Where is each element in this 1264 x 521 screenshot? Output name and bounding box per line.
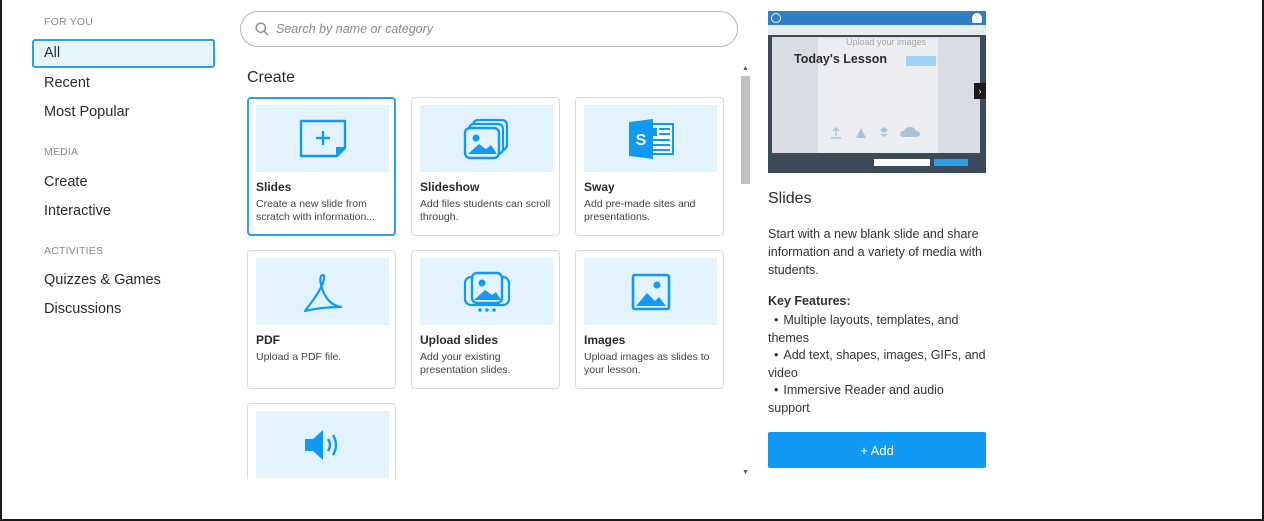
search-bar[interactable] <box>240 11 738 47</box>
preview-button-primary <box>934 159 968 166</box>
preview-user-icon <box>972 13 982 23</box>
preview-toolbar <box>768 25 986 35</box>
card-thumb: S <box>584 105 717 172</box>
scroll-thumb[interactable] <box>741 76 750 184</box>
card-description: Add pre-made sites and presentations. <box>584 198 696 223</box>
card-thumb <box>256 411 389 478</box>
card-description: Add files students can scroll through. <box>420 198 551 223</box>
key-features-list: Multiple layouts, templates, and themes … <box>768 312 986 417</box>
scroll-down-arrow-icon[interactable]: ▼ <box>739 466 752 479</box>
sway-icon: S <box>628 118 674 159</box>
add-button[interactable]: + Add <box>768 432 986 468</box>
search-input[interactable] <box>276 22 716 36</box>
content-grid: Slides Create a new slide from scratch w… <box>247 97 729 479</box>
card-title: Sway <box>584 180 615 194</box>
key-features-heading: Key Features: <box>768 294 851 308</box>
card-upload-slides[interactable]: Upload slides Add your existing presenta… <box>411 250 560 389</box>
card-thumb <box>256 105 389 172</box>
sidebar-item-all[interactable]: All <box>32 39 215 68</box>
svg-text:S: S <box>635 132 646 149</box>
key-feature-item: Multiple layouts, templates, and themes <box>768 312 986 347</box>
sidebar-item-most-popular[interactable]: Most Popular <box>32 98 129 127</box>
search-icon <box>255 22 269 36</box>
key-feature-item: Add text, shapes, images, GIFs, and vide… <box>768 347 986 382</box>
key-feature-item: Immersive Reader and audio support <box>768 382 986 417</box>
card-thumb <box>420 105 553 172</box>
preview-upload-text: Upload your images <box>846 37 927 47</box>
card-title: Images <box>584 333 626 347</box>
card-title: Upload slides <box>420 333 499 347</box>
sidebar-section-for-you: FOR YOU <box>44 16 94 28</box>
sidebar-section-activities: ACTIVITIES <box>44 245 104 257</box>
card-title: Slideshow <box>420 180 480 194</box>
upload-slides-icon <box>463 271 510 312</box>
pdf-icon <box>303 273 342 312</box>
detail-title: Slides <box>768 190 812 207</box>
preview-topbar <box>768 11 986 25</box>
preview-image: Upload your images Today's Lesson › <box>768 11 986 173</box>
preview-button <box>874 159 930 166</box>
preview-next-arrow-icon: › <box>974 83 986 99</box>
card-description: Upload images as slides to your lesson. <box>584 351 710 376</box>
preview-logo-icon <box>771 13 781 23</box>
card-thumb <box>256 258 389 325</box>
card-slideshow[interactable]: Slideshow Add files students can scroll … <box>411 97 560 236</box>
image-icon <box>631 273 670 310</box>
card-description: Add your existing presentation slides. <box>420 351 511 376</box>
sidebar-item-quizzes-games[interactable]: Quizzes & Games <box>32 266 161 295</box>
new-slide-icon <box>299 119 346 157</box>
card-description: Create a new slide from scratch with inf… <box>256 198 376 223</box>
preview-cloud-icons <box>831 126 920 139</box>
sidebar-item-interactive[interactable]: Interactive <box>32 197 111 226</box>
scroll-up-arrow-icon[interactable]: ▲ <box>739 62 752 75</box>
preview-lesson-title: Today's Lesson <box>794 52 888 66</box>
sidebar-item-discussions[interactable]: Discussions <box>32 295 121 324</box>
card-title: PDF <box>256 333 280 347</box>
grid-scrollbar[interactable]: ▲ ▼ <box>739 62 752 479</box>
card-title: Slides <box>256 180 292 194</box>
card-sway[interactable]: S Sway Add pre-made sites and presentati… <box>575 97 724 236</box>
slideshow-icon <box>463 118 508 159</box>
audio-icon <box>304 429 337 460</box>
card-pdf[interactable]: PDF Upload a PDF file. <box>247 250 396 389</box>
sidebar-section-media: MEDIA <box>44 146 79 158</box>
detail-description: Start with a new blank slide and share i… <box>768 227 982 277</box>
card-thumb <box>584 258 717 325</box>
card-slides[interactable]: Slides Create a new slide from scratch w… <box>247 97 396 236</box>
card-description: Upload a PDF file. <box>256 351 342 363</box>
card-thumb <box>420 258 553 325</box>
sidebar-item-recent[interactable]: Recent <box>32 69 90 98</box>
card-images[interactable]: Images Upload images as slides to your l… <box>575 250 724 389</box>
card-audio[interactable] <box>247 403 396 479</box>
sidebar-item-create[interactable]: Create <box>32 168 88 197</box>
section-title-create: Create <box>247 69 296 86</box>
preview-search-box <box>906 56 936 66</box>
